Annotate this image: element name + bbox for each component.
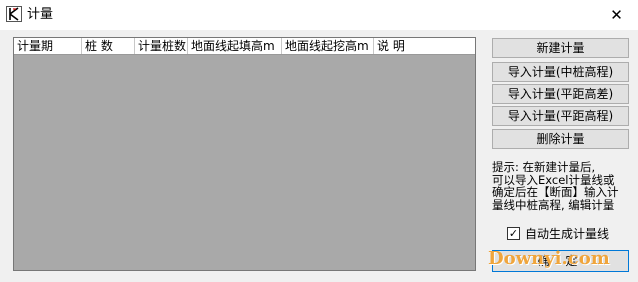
column-header-pile-count[interactable]: 桩 数 bbox=[82, 38, 135, 54]
import-center-elevation-button[interactable]: 导入计量(中桩高程) bbox=[492, 62, 629, 82]
import-flat-distance-height-diff-button[interactable]: 导入计量(平距高差) bbox=[492, 84, 629, 104]
column-header-fill-height[interactable]: 地面线起填高m bbox=[188, 38, 282, 54]
title-bar: 计量 ✕ bbox=[0, 0, 638, 30]
app-icon bbox=[6, 6, 22, 22]
auto-generate-checkbox[interactable]: ✓ bbox=[507, 227, 520, 240]
checkmark-icon: ✓ bbox=[508, 227, 519, 240]
close-icon: ✕ bbox=[610, 6, 623, 24]
delete-measurement-button[interactable]: 删除计量 bbox=[492, 129, 629, 149]
list-header: 计量期 桩 数 计量桩数 地面线起填高m 地面线起挖高m 说 明 bbox=[14, 38, 475, 55]
column-header-period[interactable]: 计量期 bbox=[14, 38, 82, 54]
column-header-cut-height[interactable]: 地面线起挖高m bbox=[282, 38, 374, 54]
window-title: 计量 bbox=[27, 7, 54, 22]
ok-button[interactable]: 确 定 bbox=[492, 250, 629, 272]
auto-generate-label[interactable]: 自动生成计量线 bbox=[525, 226, 609, 242]
import-flat-distance-elevation-button[interactable]: 导入计量(平距高程) bbox=[492, 106, 629, 126]
close-button[interactable]: ✕ bbox=[595, 0, 638, 30]
column-header-measured-piles[interactable]: 计量桩数 bbox=[135, 38, 188, 54]
column-header-notes[interactable]: 说 明 bbox=[374, 38, 475, 54]
measurement-list[interactable]: 计量期 桩 数 计量桩数 地面线起填高m 地面线起挖高m 说 明 bbox=[13, 37, 476, 271]
new-measurement-button[interactable]: 新建计量 bbox=[492, 38, 629, 58]
hint-text: 提示: 在新建计量后, 可以导入Excel计量线或 确定后在【断面】输入计 量线… bbox=[492, 160, 619, 212]
